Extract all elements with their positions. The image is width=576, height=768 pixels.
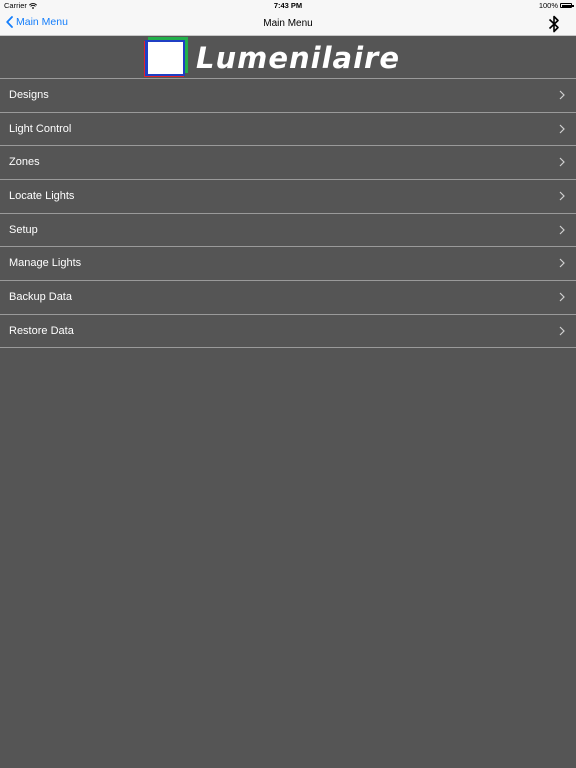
menu-item-designs[interactable]: Designs: [0, 78, 576, 112]
chevron-right-icon: [559, 225, 565, 235]
logo-wordmark: Lumenilaire: [196, 41, 401, 75]
menu-item-label: Designs: [9, 89, 49, 101]
chevron-right-icon: [559, 191, 565, 201]
chevron-right-icon: [559, 326, 565, 336]
battery-percent: 100%: [538, 1, 558, 10]
menu-item-restore-data[interactable]: Restore Data: [0, 313, 576, 348]
menu-item-label: Light Control: [9, 122, 72, 135]
clock: 7:43 PM: [273, 1, 303, 10]
main-menu-list: Designs Light Control Zones Locate Light…: [0, 78, 576, 348]
menu-item-setup[interactable]: Setup: [0, 212, 576, 247]
chevron-right-icon: [559, 292, 565, 302]
page-title: Main Menu: [263, 18, 313, 29]
brand-header: Lumenilaire: [0, 36, 576, 78]
chevron-right-icon: [559, 124, 565, 134]
menu-item-label: Zones: [9, 156, 40, 169]
chevron-right-icon: [559, 259, 565, 268]
menu-item-label: Manage Lights: [9, 257, 82, 270]
menu-item-light-control[interactable]: Light Control: [0, 111, 576, 146]
menu-item-label: Backup Data: [9, 291, 72, 304]
menu-item-zones[interactable]: Zones: [0, 145, 576, 179]
menu-item-label: Restore Data: [9, 324, 74, 337]
menu-item-manage-lights[interactable]: Manage Lights: [0, 246, 576, 280]
menu-item-label: Locate Lights: [9, 190, 75, 203]
battery-indicator: 100%: [538, 1, 574, 10]
menu-item-locate-lights[interactable]: Locate Lights: [0, 179, 576, 213]
navigation-bar: Main Menu Main Menu: [0, 12, 576, 36]
bluetooth-icon: [548, 15, 559, 33]
chevron-right-icon: [559, 157, 565, 167]
status-bar: Carrier 7:43 PM 100%: [0, 0, 576, 12]
menu-item-label: Setup: [9, 223, 38, 236]
menu-item-backup-data[interactable]: Backup Data: [0, 280, 576, 314]
battery-icon: [560, 3, 574, 8]
logo-mark-icon: [144, 37, 188, 77]
chevron-right-icon: [559, 90, 565, 100]
